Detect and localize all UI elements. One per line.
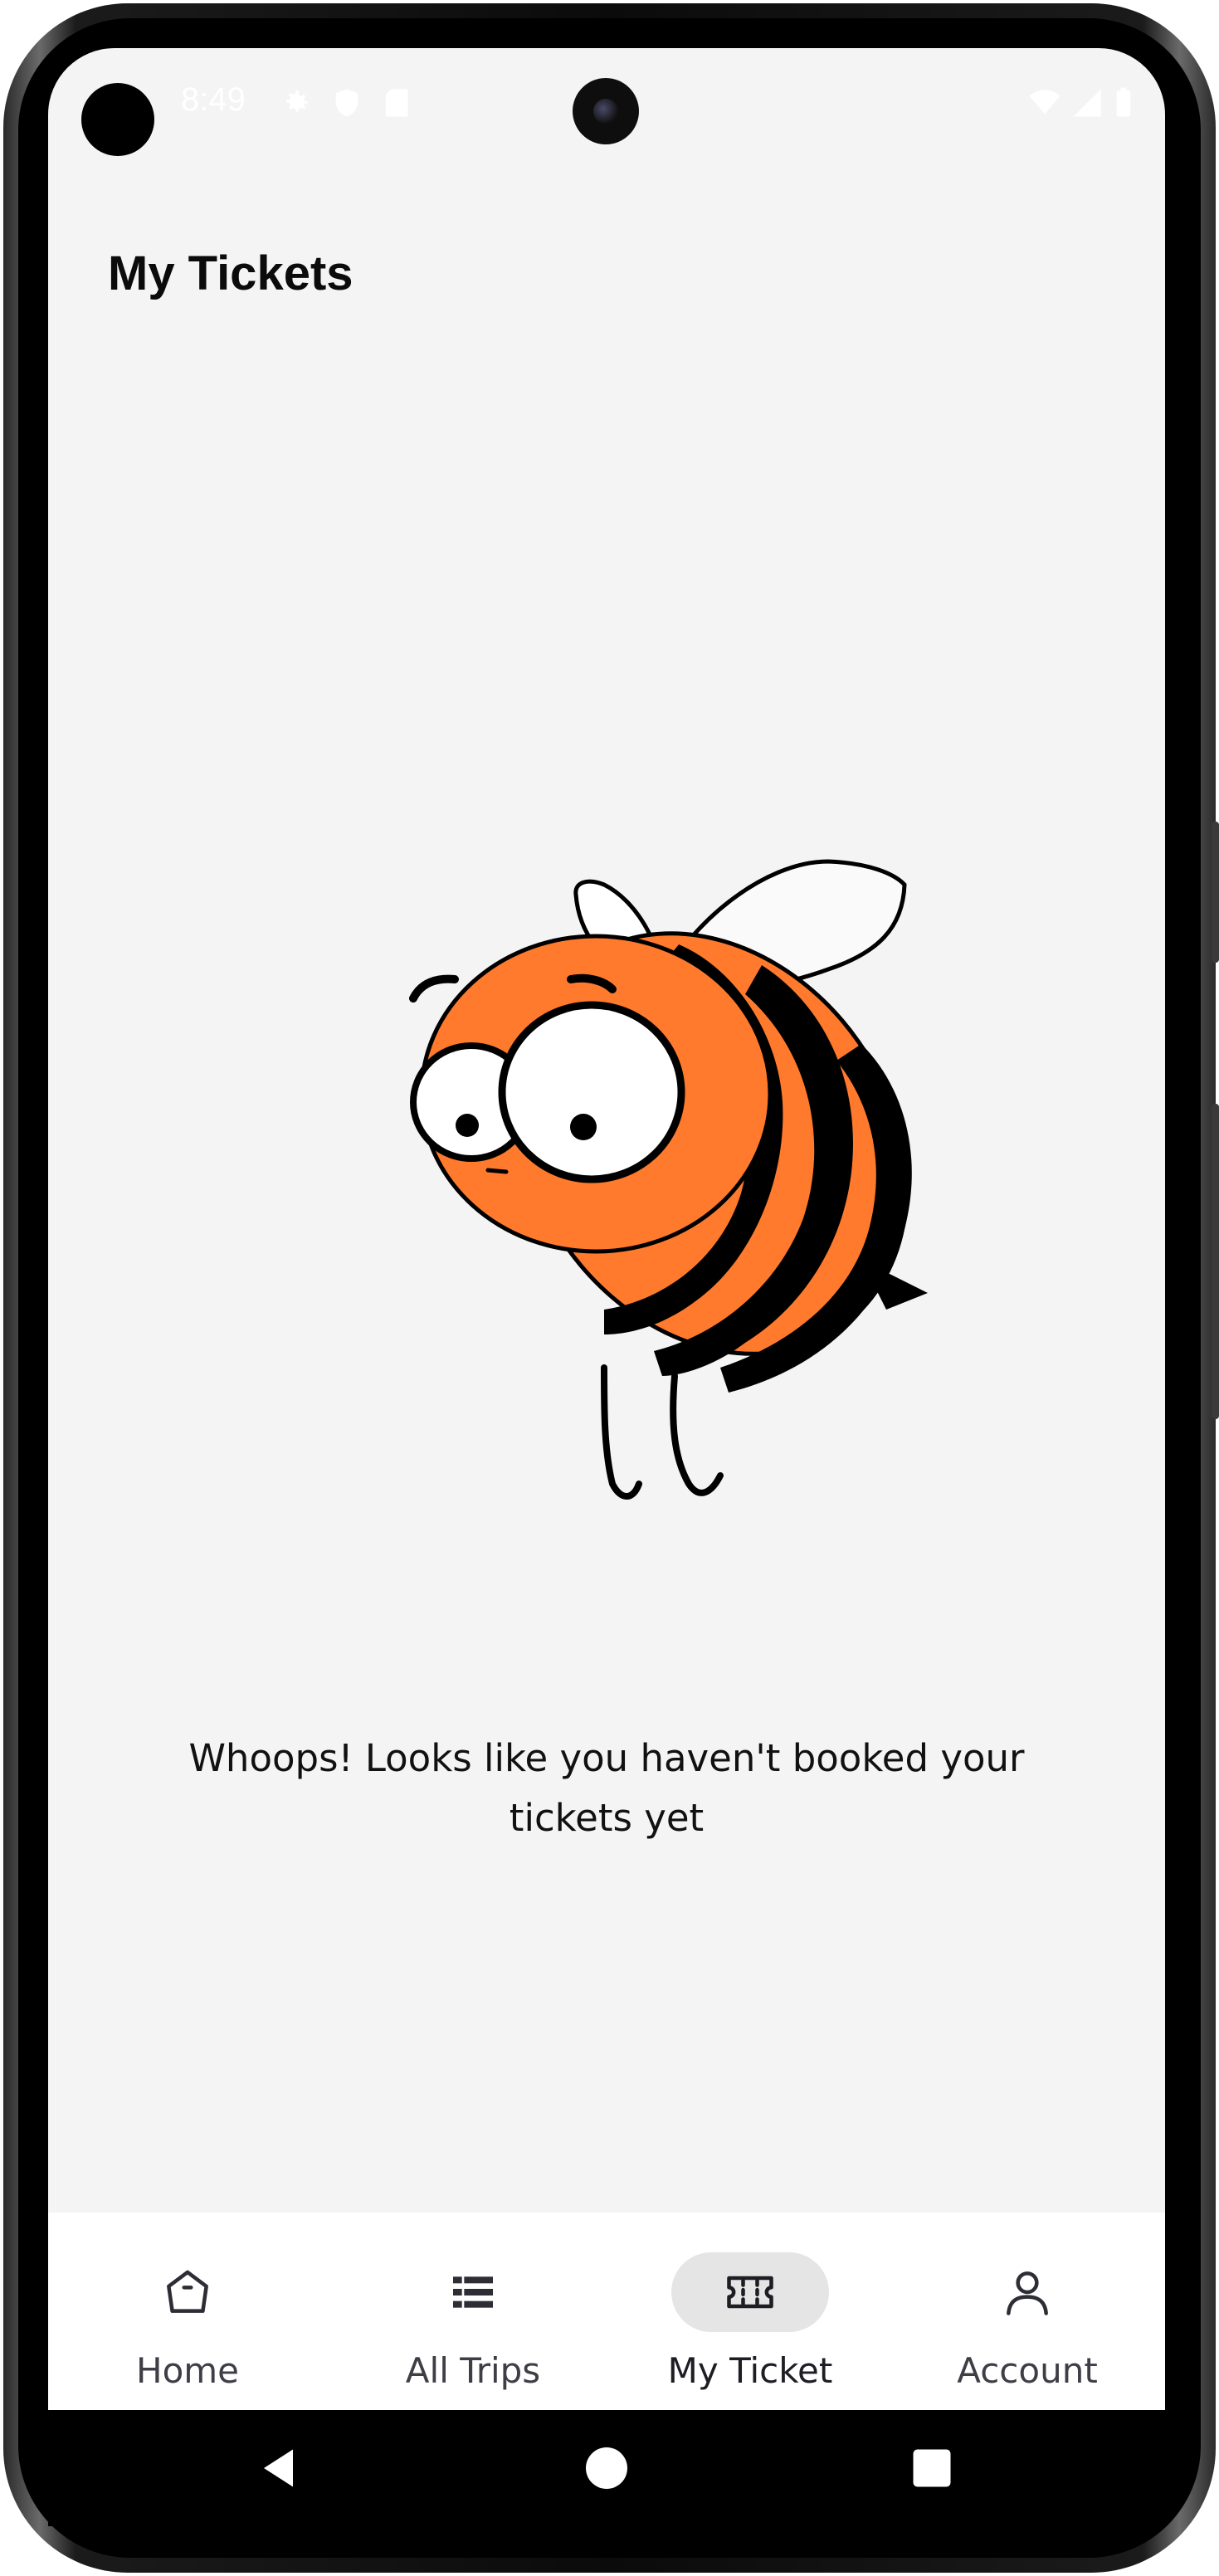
empty-state-message: Whoops! Looks like you haven't booked yo… (188, 1736, 1025, 1840)
back-icon[interactable] (256, 2443, 305, 2496)
nav-my-ticket-label: My Ticket (667, 2350, 833, 2391)
sd-card-icon (382, 86, 412, 123)
system-navigation-bar (48, 2410, 1165, 2526)
recents-icon[interactable] (907, 2443, 957, 2496)
shield-icon (330, 86, 363, 123)
nav-my-ticket-icon-container (671, 2252, 829, 2332)
front-camera (573, 78, 639, 144)
home-icon (167, 2270, 208, 2313)
nav-account-icon-container (948, 2252, 1106, 2332)
nav-all-trips-icon-container (394, 2252, 552, 2332)
list-icon (453, 2276, 493, 2308)
device: 8:49 My Tickets Whoops! Looks like you h… (0, 0, 1219, 2576)
status-time: 8:49 (181, 81, 246, 118)
nav-home-label: Home (135, 2350, 240, 2391)
volume-button (1212, 1104, 1219, 1419)
bee-illustration (409, 859, 928, 1500)
power-button (1212, 822, 1219, 963)
nav-home[interactable]: Home (63, 2213, 312, 2410)
battery-icon (1114, 86, 1134, 123)
nav-my-ticket[interactable]: My Ticket (626, 2213, 875, 2410)
page-title: My Tickets (108, 246, 354, 300)
nav-home-icon-container (109, 2252, 266, 2332)
nav-account-label: Account (957, 2350, 1098, 2391)
home-circle-icon[interactable] (582, 2443, 631, 2496)
app-screen: 8:49 My Tickets Whoops! Looks like you h… (48, 48, 1165, 2410)
settings-icon (279, 86, 312, 123)
status-bar: 8:49 (48, 48, 1165, 164)
nav-account[interactable]: Account (903, 2213, 1152, 2410)
signal-icon (1070, 86, 1104, 123)
ticket-icon (727, 2276, 773, 2309)
bottom-navigation: Home All Trips My Ticket Account (48, 2213, 1165, 2410)
nav-all-trips-label: All Trips (405, 2350, 541, 2391)
nav-all-trips[interactable]: All Trips (349, 2213, 597, 2410)
wifi-icon (1027, 86, 1062, 123)
camera-punch-hole (81, 83, 154, 156)
account-icon (1007, 2271, 1048, 2315)
